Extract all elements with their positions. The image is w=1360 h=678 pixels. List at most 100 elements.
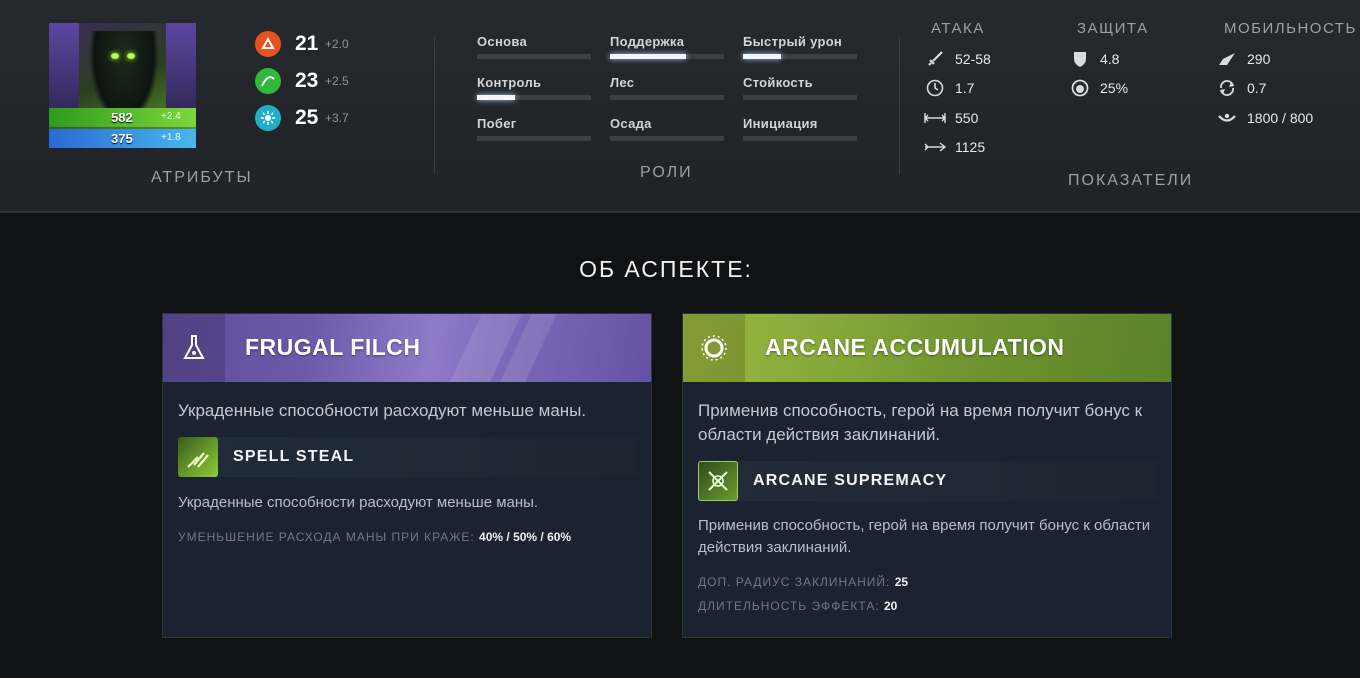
facet-name: ARCANE ACCUMULATION <box>765 334 1065 360</box>
mobility-heading: МОБИЛЬНОСТЬ <box>1224 20 1357 37</box>
strength-icon <box>255 31 281 57</box>
stat-turn-rate[interactable]: 0.7 <box>1216 77 1266 99</box>
turn-rate-icon <box>1216 77 1238 99</box>
facet-name: FRUGAL FILCH <box>245 334 421 360</box>
intelligence-icon <box>255 105 281 131</box>
stat-vision[interactable]: 1800 / 800 <box>1216 107 1313 129</box>
facet-description: Применив способность, герой на время пол… <box>698 401 1143 444</box>
projectile-speed-value: 1125 <box>955 139 986 155</box>
ability-spell-steal[interactable]: SPELL STEAL <box>178 437 638 477</box>
roles-label: РОЛИ <box>640 164 693 181</box>
role-label: Основа <box>477 34 527 49</box>
role-fill <box>477 95 515 100</box>
role-label: Побег <box>477 116 517 131</box>
health-value: 582 <box>111 110 133 125</box>
role-label: Быстрый урон <box>743 34 843 49</box>
facet-card-arcane-accumulation[interactable]: ARCANE ACCUMULATION Применив способность… <box>682 313 1172 638</box>
facet-header: ARCANE ACCUMULATION <box>683 314 1171 382</box>
role-jungler: Лес <box>610 75 724 100</box>
role-label: Поддержка <box>610 34 685 49</box>
role-track <box>610 136 724 141</box>
clock-icon <box>924 77 946 99</box>
role-track <box>610 95 724 100</box>
stats-label: ПОКАЗАТЕЛИ <box>1068 172 1194 189</box>
move-speed-value: 290 <box>1247 51 1271 67</box>
role-track <box>743 136 857 141</box>
sword-icon <box>924 48 946 70</box>
role-track <box>477 136 591 141</box>
ability-stat: ДОП. РАДИУС ЗАКЛИНАНИЙ: 25 <box>698 575 908 589</box>
intelligence-value: 25 <box>295 106 319 129</box>
vision-value: 1800 / 800 <box>1247 110 1314 126</box>
intelligence-gain: +3.7 <box>325 111 349 125</box>
ability-description: Применив способность, герой на время пол… <box>698 517 1151 556</box>
stat-attack-time[interactable]: 1.7 <box>924 77 974 99</box>
agility-gain: +2.5 <box>325 74 349 88</box>
ring-icon <box>683 314 745 382</box>
attack-range-value: 550 <box>955 110 979 126</box>
facet-header: FRUGAL FILCH <box>163 314 651 382</box>
ability-name: ARCANE SUPREMACY <box>753 472 948 489</box>
stat-magic-resist[interactable]: 25% <box>1069 77 1128 99</box>
role-track <box>477 54 591 59</box>
mana-regen: +1.8 <box>161 132 181 143</box>
role-fill <box>743 54 781 59</box>
role-label: Осада <box>610 116 652 131</box>
health-regen: +2.4 <box>161 111 181 122</box>
ability-arcane-supremacy[interactable]: ARCANE SUPREMACY <box>698 461 1158 501</box>
ability-stat-value: 40% / 50% / 60% <box>479 530 572 544</box>
magic-resist-value: 25% <box>1100 80 1129 96</box>
ability-stat-label: УМЕНЬШЕНИЕ РАСХОДА МАНЫ ПРИ КРАЖЕ: <box>178 530 475 544</box>
stat-damage[interactable]: 52-58 <box>924 48 991 70</box>
role-durable: Стойкость <box>743 75 857 100</box>
role-pusher: Осада <box>610 116 724 141</box>
hero-portrait: 582 +2.4 375 +1.8 <box>49 23 196 148</box>
eye-icon <box>1216 107 1238 129</box>
strength-gain: +2.0 <box>325 37 349 51</box>
ability-stat-value: 20 <box>884 599 898 613</box>
role-track <box>743 54 857 59</box>
defense-heading: ЗАЩИТА <box>1077 20 1149 37</box>
facet-card-frugal-filch[interactable]: FRUGAL FILCH Украденные способности расх… <box>162 313 652 638</box>
attack-time-value: 1.7 <box>955 80 975 96</box>
arcane-supremacy-icon <box>698 461 738 501</box>
divider <box>434 37 435 174</box>
ability-stat-label: ДЛИТЕЛЬНОСТЬ ЭФФЕКТА: <box>698 599 880 613</box>
role-support: Поддержка <box>610 34 724 59</box>
attribute-agility[interactable]: 23 +2.5 <box>255 66 349 96</box>
stat-attack-range[interactable]: 550 <box>924 107 978 129</box>
stat-projectile-speed[interactable]: 1125 <box>924 136 985 158</box>
role-disabler: Контроль <box>477 75 591 100</box>
mana-bar: 375 +1.8 <box>49 129 196 148</box>
arrow-icon <box>924 136 946 158</box>
ability-stat: УМЕНЬШЕНИЕ РАСХОДА МАНЫ ПРИ КРАЖЕ: 40% /… <box>178 530 571 544</box>
hero-eye-right <box>127 53 135 59</box>
damage-value: 52-58 <box>955 51 991 67</box>
divider <box>899 37 900 174</box>
shield-icon <box>1069 48 1091 70</box>
stat-armor[interactable]: 4.8 <box>1069 48 1119 70</box>
attribute-strength[interactable]: 21 +2.0 <box>255 29 349 59</box>
role-initiator: Инициация <box>743 116 857 141</box>
ability-stat-value: 25 <box>894 575 909 589</box>
agility-value: 23 <box>295 69 319 92</box>
ability-stat-label: ДОП. РАДИУС ЗАКЛИНАНИЙ: <box>698 575 891 589</box>
role-track <box>743 95 857 100</box>
range-icon <box>924 107 946 129</box>
attribute-intelligence[interactable]: 25 +3.7 <box>255 103 349 133</box>
ability-name: SPELL STEAL <box>233 448 355 465</box>
stat-move-speed[interactable]: 290 <box>1216 48 1270 70</box>
role-track <box>477 95 591 100</box>
attributes-label: АТРИБУТЫ <box>151 169 253 186</box>
hero-stats-panel: 582 +2.4 375 +1.8 21 +2.0 23 +2.5 25 +3.… <box>0 0 1360 213</box>
armor-value: 4.8 <box>1100 51 1120 67</box>
facet-section-title: ОБ АСПЕКТЕ: <box>579 256 753 282</box>
magic-resist-icon <box>1069 77 1091 99</box>
facet-description: Украденные способности расходуют меньше … <box>178 401 587 420</box>
turn-rate-value: 0.7 <box>1247 80 1267 96</box>
role-label: Лес <box>610 75 635 90</box>
flask-icon <box>163 314 225 382</box>
agility-icon <box>255 68 281 94</box>
attack-heading: АТАКА <box>931 20 985 37</box>
health-bar: 582 +2.4 <box>49 108 196 127</box>
